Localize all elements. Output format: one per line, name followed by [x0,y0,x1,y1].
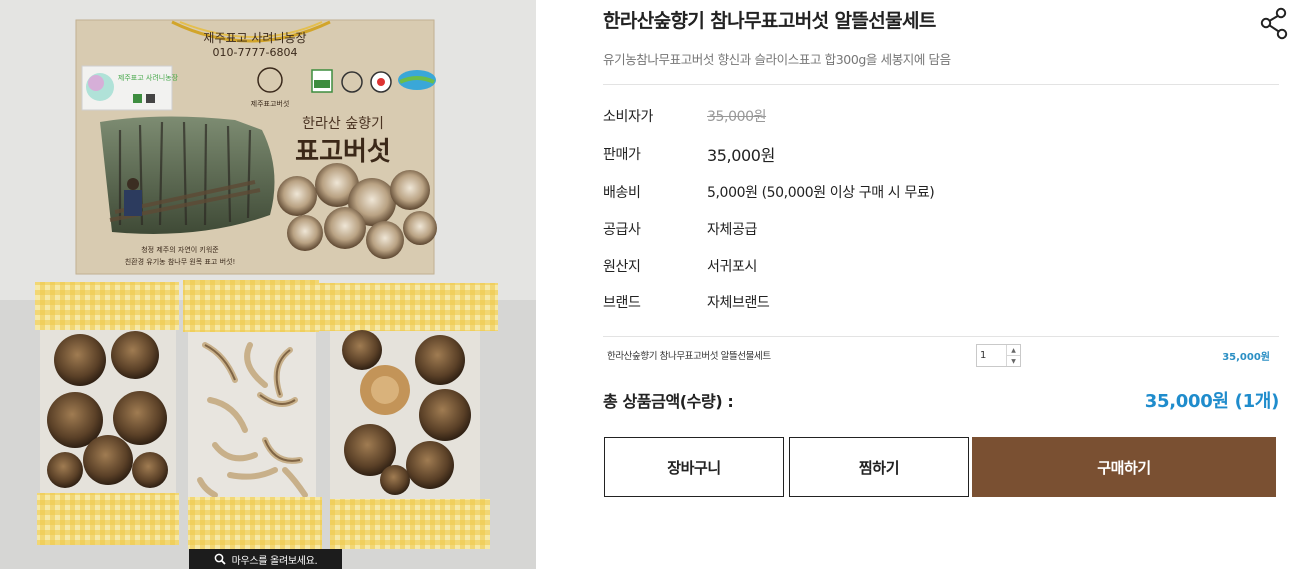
buy-button[interactable]: 구매하기 [972,437,1276,497]
zoom-hint-text: 마우스를 올려보세요. [231,555,318,567]
info-label: 배송비 [603,185,641,201]
cart-button[interactable]: 장바구니 [604,437,784,497]
brand-value: 자체브랜드 [707,295,770,311]
product-photo: 제주표고 사려니농장 제주표고 사려니농장 010-7777-6804 제주표고… [0,0,536,569]
share-button[interactable] [1257,6,1291,40]
info-row-shipping: 배송비 5,000원 (50,000원 이상 구매 시 무료) [603,181,935,203]
info-row-brand: 브랜드 자체브랜드 [603,291,770,313]
quantity-stepper[interactable]: ▲ ▼ [976,344,1021,367]
box-farm-name: 제주표고 사려니농장 [203,31,306,45]
quantity-input[interactable] [977,345,1006,366]
box-slogan-2: 친환경 유기농 참나무 원목 표고 버섯! [125,257,236,266]
quantity-down-button[interactable]: ▼ [1007,355,1020,366]
origin-value: 서귀포시 [707,259,757,275]
box-product-name: 표고버섯 [295,137,391,167]
sticker-text: 제주표고 사려니농장 [118,73,179,82]
total-value: 35,000원 (1개) [1144,391,1280,412]
magnifier-icon [214,553,226,565]
bag-right [318,283,498,549]
sale-price-value: 35,000원 [707,146,775,165]
divider [603,336,1279,337]
shipping-value: 5,000원 (50,000원 이상 구매 시 무료) [707,185,935,201]
quantity-up-button[interactable]: ▲ [1007,345,1020,355]
bag-left [35,282,179,545]
product-image[interactable]: 제주표고 사려니농장 제주표고 사려니농장 010-7777-6804 제주표고… [0,0,536,569]
product-detail: 한라산숲향기 참나무표고버섯 알뜰선물세트 유기농참나무표고버섯 향신과 슬라이… [603,0,1288,569]
box-tagline: 한라산 숲향기 [302,116,384,132]
product-title: 한라산숲향기 참나무표고버섯 알뜰선물세트 [603,10,936,32]
product-subtitle: 유기농참나무표고버섯 향신과 슬라이스표고 합300g을 세봉지에 담음 [603,52,951,67]
share-icon [1260,7,1288,40]
box-phone: 010-7777-6804 [213,46,298,59]
divider [603,84,1279,85]
supplier-value: 자체공급 [707,222,757,238]
bag-middle [183,280,322,549]
box-logo-caption: 제주표고버섯 [251,99,290,108]
zoom-hint: 마우스를 올려보세요. [189,549,342,569]
info-label: 판매가 [603,147,641,163]
info-row-supplier: 공급사 자체공급 [603,218,757,240]
total-label: 총 상품금액(수량) : [603,392,734,411]
info-label: 소비자가 [603,109,653,125]
info-label: 브랜드 [603,295,641,311]
box-slogan-1: 청정 제주의 자연이 키워준 [141,245,219,254]
wish-button[interactable]: 찜하기 [789,437,969,497]
info-label: 원산지 [603,259,641,275]
selected-option: 한라산숲향기 참나무표고버섯 알뜰선물세트 ▲ ▼ 35,000원 [603,340,1279,370]
option-name: 한라산숲향기 참나무표고버섯 알뜰선물세트 [607,351,771,362]
info-row-origin: 원산지 서귀포시 [603,255,757,277]
info-label: 공급사 [603,222,641,238]
option-price: 35,000원 [1222,352,1270,363]
info-row-sale-price: 판매가 35,000원 [603,143,775,165]
info-row-list-price: 소비자가 35,000원 [603,105,766,127]
list-price-value: 35,000원 [707,109,767,125]
